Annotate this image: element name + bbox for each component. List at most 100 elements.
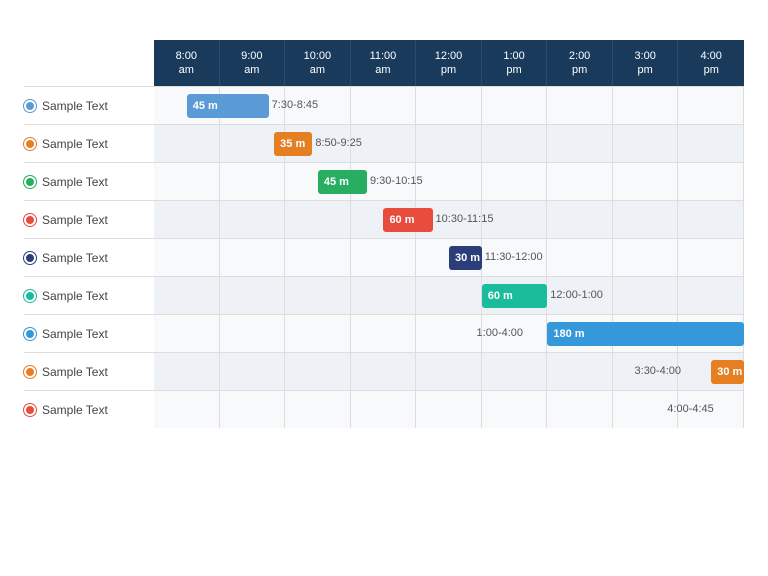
grid-cell-8-1 [220, 391, 286, 428]
header-cell-8: 4:00pm [678, 40, 744, 86]
header-row: 8:00am9:00am10:00am11:00am12:00pm1:00pm2… [154, 40, 744, 86]
row-label-text-2: Sample Text [42, 175, 108, 189]
grid-cell-0-8 [678, 87, 744, 124]
grid-cell-3-5 [482, 201, 548, 238]
row-label-1: Sample Text [24, 124, 154, 162]
grid-cell-1-7 [613, 125, 679, 162]
grid-cell-6-1 [220, 315, 286, 352]
dot-8 [24, 404, 36, 416]
dot-3 [24, 214, 36, 226]
grid-cell-1-5 [482, 125, 548, 162]
dot-2 [24, 176, 36, 188]
grid-cell-8-0 [154, 391, 220, 428]
grid-cell-1-4 [416, 125, 482, 162]
grid-cell-8-8 [678, 391, 744, 428]
data-row-8: 45 m4:00-4:45 [154, 390, 744, 428]
grid-cell-4-8 [678, 239, 744, 276]
data-rows: 45 m7:30-8:4535 m8:50-9:2545 m9:30-10:15… [154, 86, 744, 428]
row-label-4: Sample Text [24, 238, 154, 276]
grid-cell-4-5 [482, 239, 548, 276]
grid-cell-2-3 [351, 163, 417, 200]
grid-cell-5-4 [416, 277, 482, 314]
grid-cell-0-3 [351, 87, 417, 124]
row-label-6: Sample Text [24, 314, 154, 352]
grid-cell-2-1 [220, 163, 286, 200]
dot-6 [24, 328, 36, 340]
date-label [24, 40, 154, 86]
grid-cell-0-1 [220, 87, 286, 124]
gantt-wrapper: Sample TextSample TextSample TextSample … [24, 40, 744, 428]
grid-cell-6-8 [678, 315, 744, 352]
row-label-7: Sample Text [24, 352, 154, 390]
header-cell-5: 1:00pm [482, 40, 548, 86]
row-label-8: Sample Text [24, 390, 154, 428]
grid-cell-3-6 [547, 201, 613, 238]
dot-7 [24, 366, 36, 378]
grid-cell-8-4 [416, 391, 482, 428]
data-row-4: 30 m11:30-12:00 [154, 238, 744, 276]
grid-cell-0-7 [613, 87, 679, 124]
grid-cell-6-5 [482, 315, 548, 352]
grid-cell-2-6 [547, 163, 613, 200]
data-row-0: 45 m7:30-8:45 [154, 86, 744, 124]
data-row-6: 180 m1:00-4:00 [154, 314, 744, 352]
grid-cell-7-2 [285, 353, 351, 390]
header-cell-4: 12:00pm [416, 40, 482, 86]
grid-cell-5-0 [154, 277, 220, 314]
row-label-text-1: Sample Text [42, 137, 108, 151]
header-cell-6: 2:00pm [547, 40, 613, 86]
grid-cell-1-8 [678, 125, 744, 162]
header-cell-3: 11:00am [351, 40, 417, 86]
row-label-0: Sample Text [24, 86, 154, 124]
grid-cell-6-2 [285, 315, 351, 352]
grid-cell-2-0 [154, 163, 220, 200]
row-label-text-5: Sample Text [42, 289, 108, 303]
grid-cell-8-6 [547, 391, 613, 428]
grid-cell-6-0 [154, 315, 220, 352]
grid-cell-2-5 [482, 163, 548, 200]
grid-cell-3-4 [416, 201, 482, 238]
grid-cell-4-3 [351, 239, 417, 276]
header-cell-0: 8:00am [154, 40, 220, 86]
row-label-5: Sample Text [24, 276, 154, 314]
grid-cell-6-3 [351, 315, 417, 352]
grid-cell-3-3 [351, 201, 417, 238]
left-panel: Sample TextSample TextSample TextSample … [24, 40, 154, 428]
grid-cell-6-4 [416, 315, 482, 352]
grid-cell-7-3 [351, 353, 417, 390]
grid-cell-0-0 [154, 87, 220, 124]
header-cell-2: 10:00am [285, 40, 351, 86]
grid-cell-8-7 [613, 391, 679, 428]
header-cell-1: 9:00am [220, 40, 286, 86]
grid-cell-3-0 [154, 201, 220, 238]
grid-cell-5-8 [678, 277, 744, 314]
row-label-2: Sample Text [24, 162, 154, 200]
grid-cell-2-4 [416, 163, 482, 200]
grid-cell-2-2 [285, 163, 351, 200]
grid-cell-1-2 [285, 125, 351, 162]
dot-1 [24, 138, 36, 150]
grid-cell-8-2 [285, 391, 351, 428]
grid-cell-5-7 [613, 277, 679, 314]
data-row-5: 60 m12:00-1:00 [154, 276, 744, 314]
row-label-text-0: Sample Text [42, 99, 108, 113]
grid-cell-5-5 [482, 277, 548, 314]
grid-cell-7-6 [547, 353, 613, 390]
row-label-text-4: Sample Text [42, 251, 108, 265]
grid-cell-4-1 [220, 239, 286, 276]
grid-cell-4-4 [416, 239, 482, 276]
grid-cell-0-5 [482, 87, 548, 124]
grid-cell-6-7 [613, 315, 679, 352]
grid-cell-4-6 [547, 239, 613, 276]
grid-cell-7-5 [482, 353, 548, 390]
data-row-3: 60 m10:30-11:15 [154, 200, 744, 238]
grid-cell-1-1 [220, 125, 286, 162]
grid-cell-1-3 [351, 125, 417, 162]
row-label-text-8: Sample Text [42, 403, 108, 417]
grid-cell-8-3 [351, 391, 417, 428]
grid-cell-3-1 [220, 201, 286, 238]
data-row-2: 45 m9:30-10:15 [154, 162, 744, 200]
grid-cell-7-4 [416, 353, 482, 390]
grid-cell-4-0 [154, 239, 220, 276]
dot-4 [24, 252, 36, 264]
